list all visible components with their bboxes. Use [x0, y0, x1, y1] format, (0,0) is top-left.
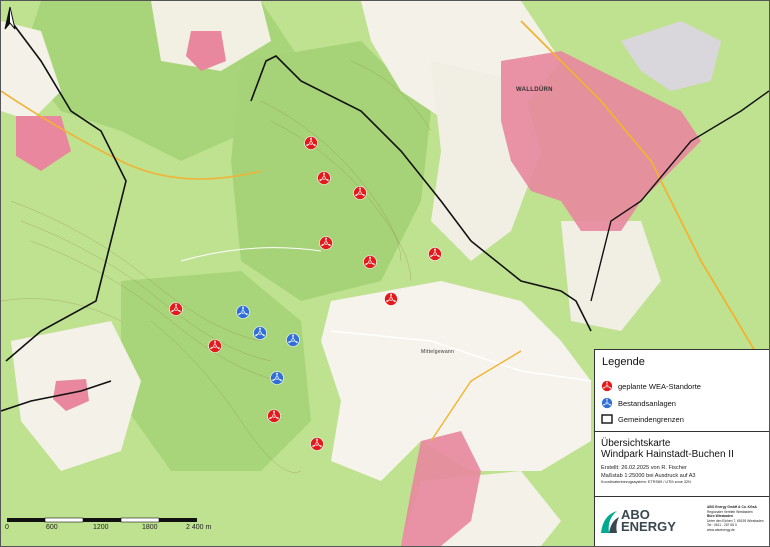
- map-title-line1: Übersichtskarte: [601, 438, 671, 449]
- legend-row-planned: geplante WEA-Standorte: [601, 380, 701, 392]
- legend-boundary-label: Gemeindengrenzen: [618, 414, 684, 424]
- boundary-swatch-icon: [601, 414, 613, 424]
- crs-info: Koordinatenbezugssystem: ETRS89 / UTM zo…: [601, 480, 691, 484]
- legend-panel: Legende geplante WEA-Standorte Bestandsa…: [594, 349, 769, 431]
- scale-info: Maßstab 1:25000 bei Ausdruck auf A3: [601, 473, 696, 479]
- existing-turbine-icon: [601, 397, 613, 409]
- scale-tick-1800: 1800: [142, 524, 158, 531]
- town-label: WALLDÜRN: [516, 87, 553, 93]
- planned-turbine-icon: [601, 380, 613, 392]
- company-address: ABO Energy GmbH & Co. KGaA Regionaler Ve…: [707, 505, 767, 532]
- scale-tick-0: 0: [5, 524, 9, 531]
- legend-row-existing: Bestandsanlagen: [601, 397, 676, 409]
- title-block: Übersichtskarte Windpark Hainstadt-Buche…: [594, 431, 769, 496]
- scale-tick-1200: 1200: [93, 524, 109, 531]
- legend-planned-label: geplante WEA-Standorte: [618, 381, 701, 391]
- logo-block: ABO ENERGY ABO Energy GmbH & Co. KGaA Re…: [594, 496, 769, 546]
- brand-line2: ENERGY: [621, 519, 676, 534]
- field-label: Mittelgewann: [421, 349, 455, 355]
- legend-title: Legende: [602, 356, 645, 368]
- legend-row-boundary: Gemeindengrenzen: [601, 414, 684, 424]
- created-info: Erstellt: 26.02.2025 von R. Fischer: [601, 465, 687, 471]
- abo-logo-icon: [601, 511, 619, 533]
- company-line: www.aboenergy.de: [707, 527, 735, 532]
- scale-tick-2400: 2 400 m: [186, 524, 212, 531]
- map-frame: WALLDÜRN Mittelgewann 0 600 1200 1800 2 …: [0, 0, 770, 547]
- north-arrow-icon: [4, 6, 16, 30]
- legend-existing-label: Bestandsanlagen: [618, 398, 676, 408]
- scale-tick-600: 600: [46, 524, 58, 531]
- scale-bar: 0 600 1200 1800 2 400 m: [1, 516, 221, 546]
- brand-name: ABO ENERGY: [621, 508, 676, 534]
- map-title-line2: Windpark Hainstadt-Buchen II: [601, 449, 734, 460]
